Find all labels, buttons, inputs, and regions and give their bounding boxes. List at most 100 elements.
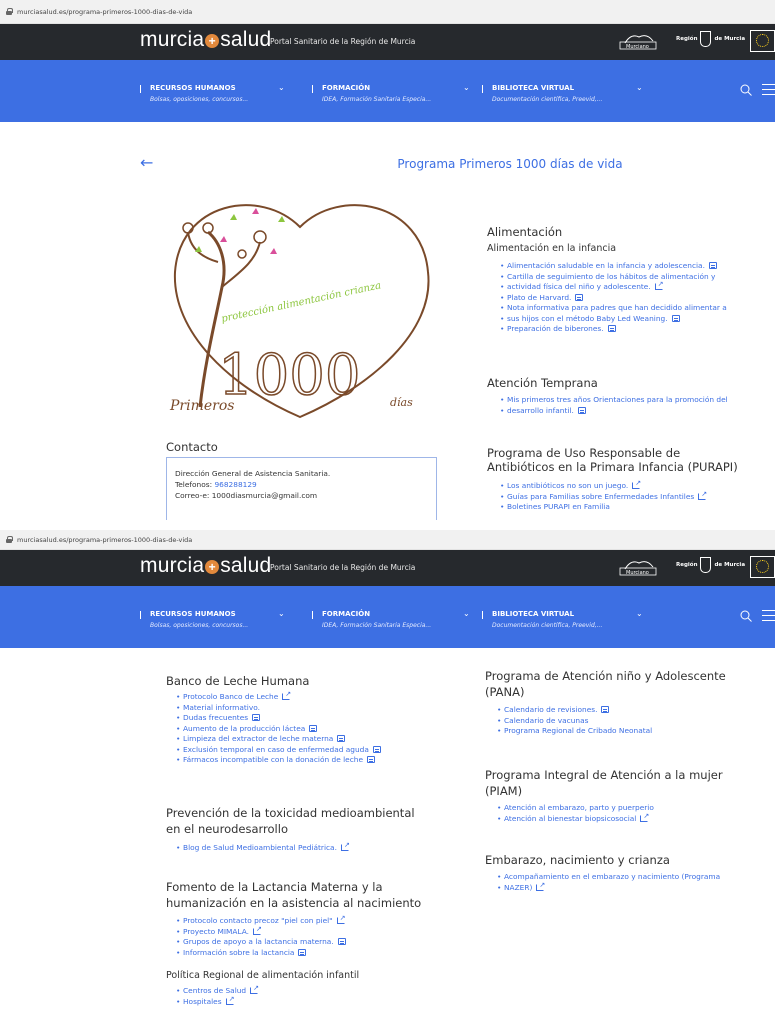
list-item[interactable]: Preparación de biberones. — [500, 324, 760, 335]
list-item-continuation[interactable]: desarrollo infantil. — [500, 406, 762, 417]
atencion-link-list: Mis primeros tres años Orientaciones par… — [500, 395, 762, 416]
list-item[interactable]: Exclusión temporal en caso de enfermedad… — [176, 745, 436, 756]
list-item-continuation[interactable]: NAZER) — [497, 880, 757, 894]
program-logo-image: protección alimentación crianza 1000 Pri… — [169, 204, 430, 419]
nav-label: RECURSOS HUMANOS — [150, 84, 236, 92]
piam-link-list: Atención al embarazo, parto y puerperio … — [497, 803, 767, 824]
chevron-down-icon: ⌄ — [636, 609, 643, 618]
contact-title: Contacto — [166, 440, 218, 454]
section-purapi-title-1: Programa de Uso Responsable de — [487, 446, 681, 460]
list-item[interactable]: Plato de Harvard. — [500, 293, 760, 304]
section-atencion-temprana-title: Atención Temprana — [487, 376, 598, 390]
brand-right: salud — [220, 28, 272, 51]
section-alimentacion-subtitle: Alimentación en la infancia — [487, 243, 617, 254]
eu-flag-icon[interactable] — [750, 30, 775, 52]
list-item[interactable]: Protocolo Banco de Leche — [176, 689, 436, 703]
browser-url-bar[interactable]: murciasalud.es/programa-primeros-1000-di… — [0, 0, 775, 24]
chevron-down-icon: ⌄ — [463, 83, 470, 92]
list-item[interactable]: Alimentación saludable en la infancia y … — [500, 261, 760, 272]
list-item-continuation[interactable]: sus hijos con el método Baby Led Weaning… — [500, 314, 760, 325]
chevron-down-icon: ⌄ — [463, 609, 470, 618]
list-item[interactable]: Hospitales — [176, 994, 436, 1008]
list-item[interactable]: Centros de Salud — [176, 983, 436, 997]
region-logo[interactable]: Región de Murcia — [676, 557, 745, 573]
hero-arc-text: protección alimentación crianza — [220, 280, 382, 325]
list-item[interactable]: Cartilla de seguimiento de los hábitos d… — [500, 272, 760, 283]
list-item[interactable]: Aumento de la producción láctea — [176, 724, 436, 735]
alimentacion-link-list: Alimentación saludable en la infancia y … — [500, 261, 760, 335]
url-text[interactable]: murciasalud.es/programa-primeros-1000-di… — [17, 8, 192, 16]
nav-sub: Bolsas, oposiciones, concursos... — [150, 96, 249, 103]
list-item[interactable]: Los antibióticos no son un juego. — [500, 478, 762, 492]
nav-label: BIBLIOTECA VIRTUAL — [492, 84, 575, 92]
pana-link-list: Calendario de revisiones. Calendario de … — [497, 705, 767, 737]
external-link-icon — [632, 478, 641, 489]
external-link-icon — [698, 489, 707, 500]
list-item[interactable]: Boletines PURAPI en Familia — [500, 502, 762, 513]
screenshot-bottom: murciasalud.es/programa-primeros-1000-di… — [0, 530, 775, 1012]
lock-icon — [6, 536, 13, 543]
list-item[interactable]: Material informativo. — [176, 703, 436, 714]
nav-label: RECURSOS HUMANOS — [150, 610, 236, 618]
hero-primeros-text: Primeros — [169, 398, 234, 414]
region-text-2: de Murcia — [714, 562, 746, 568]
document-icon — [671, 314, 680, 322]
site-logo[interactable]: murcia + salud — [140, 554, 271, 578]
list-item[interactable]: Acompañamiento en el embarazo y nacimien… — [497, 872, 757, 883]
hamburger-menu-icon[interactable] — [762, 610, 775, 622]
list-item[interactable]: Mis primeros tres años Orientaciones par… — [500, 395, 762, 406]
list-item[interactable]: Dudas frecuentes — [176, 713, 436, 724]
list-item[interactable]: Proyecto MIMALA. — [176, 924, 436, 938]
contact-box: Dirección General de Asistencia Sanitari… — [166, 457, 437, 520]
phone-link[interactable]: 968288129 — [214, 480, 256, 489]
section-pana-title-1: Programa de Atención niño y Adolescente — [485, 669, 726, 683]
nav-label: FORMACIÓN — [322, 610, 371, 618]
main-nav: RECURSOS HUMANOS ⌄ Bolsas, oposiciones, … — [0, 586, 775, 648]
browser-url-bar[interactable]: murciasalud.es/programa-primeros-1000-di… — [0, 530, 775, 550]
search-icon[interactable] — [740, 84, 752, 96]
partner-logo-icon[interactable]: Murciano — [617, 557, 659, 577]
list-item[interactable]: Calendario de revisiones. — [497, 705, 767, 716]
section-fomento-title-2: humanización en la asistencia al nacimie… — [166, 896, 422, 910]
list-item[interactable]: Atención al bienestar biopsicosocial — [497, 811, 767, 825]
site-tagline: Portal Sanitario de la Región de Murcia — [270, 37, 416, 46]
nav-sub: IDEA, Formación Sanitaria Especia... — [322, 622, 432, 629]
document-icon — [607, 325, 616, 332]
list-item[interactable]: Calendario de vacunas — [497, 716, 767, 727]
brand-right: salud — [220, 554, 272, 577]
section-purapi-title-2: Antibióticos en la Primara Infancia (PUR… — [487, 460, 738, 474]
document-icon — [252, 714, 261, 721]
hero-big-number: 1000 — [218, 343, 361, 408]
document-icon — [337, 735, 346, 742]
list-item[interactable]: Programa Regional de Cribado Neonatal — [497, 726, 767, 737]
contact-email[interactable]: Correo-e: 1000diasmurcia@gmail.com — [175, 490, 436, 501]
list-item-continuation[interactable]: actividad física del niño y adolescente. — [500, 279, 760, 293]
document-icon — [601, 706, 610, 713]
nav-sub: Documentación científica, Preevid,... — [492, 622, 603, 629]
search-icon[interactable] — [740, 610, 752, 622]
purapi-link-list: Los antibióticos no son un juego. Guías … — [500, 478, 762, 513]
list-item[interactable]: Fármacos incompatible con la donación de… — [176, 755, 436, 766]
hamburger-menu-icon[interactable] — [762, 84, 775, 96]
list-item[interactable]: Grupos de apoyo a la lactancia materna. — [176, 937, 436, 948]
eu-flag-icon[interactable] — [750, 556, 775, 578]
region-logo[interactable]: Región de Murcia — [676, 31, 745, 47]
list-item[interactable]: Información sobre la lactancia — [176, 948, 436, 959]
shield-icon — [700, 557, 712, 573]
list-item[interactable]: Blog de Salud Medioambiental Pediátrica. — [176, 840, 436, 854]
list-item[interactable]: Guías para Familias sobre Enfermedades I… — [500, 489, 762, 503]
site-logo[interactable]: murcia + salud — [140, 28, 271, 52]
section-prevencion-title-2: en el neurodesarrollo — [166, 822, 288, 836]
screenshot-top: murciasalud.es/programa-primeros-1000-di… — [0, 0, 775, 520]
list-item[interactable]: Limpieza del extractor de leche materna — [176, 734, 436, 745]
list-item[interactable]: Protocolo contacto precoz "piel con piel… — [176, 913, 436, 927]
section-politica-title: Política Regional de alimentación infant… — [166, 970, 360, 981]
contact-line: Dirección General de Asistencia Sanitari… — [175, 469, 331, 478]
url-text[interactable]: murciasalud.es/programa-primeros-1000-di… — [17, 536, 192, 544]
list-item[interactable]: Atención al embarazo, parto y puerperio — [497, 803, 767, 814]
nav-label: BIBLIOTECA VIRTUAL — [492, 610, 575, 618]
partner-logo-icon[interactable]: Murciano — [617, 31, 659, 51]
list-item[interactable]: Nota informativa para padres que han dec… — [500, 303, 760, 314]
external-link-icon — [225, 994, 234, 1005]
prevencion-link-list: Blog de Salud Medioambiental Pediátrica. — [176, 840, 436, 854]
